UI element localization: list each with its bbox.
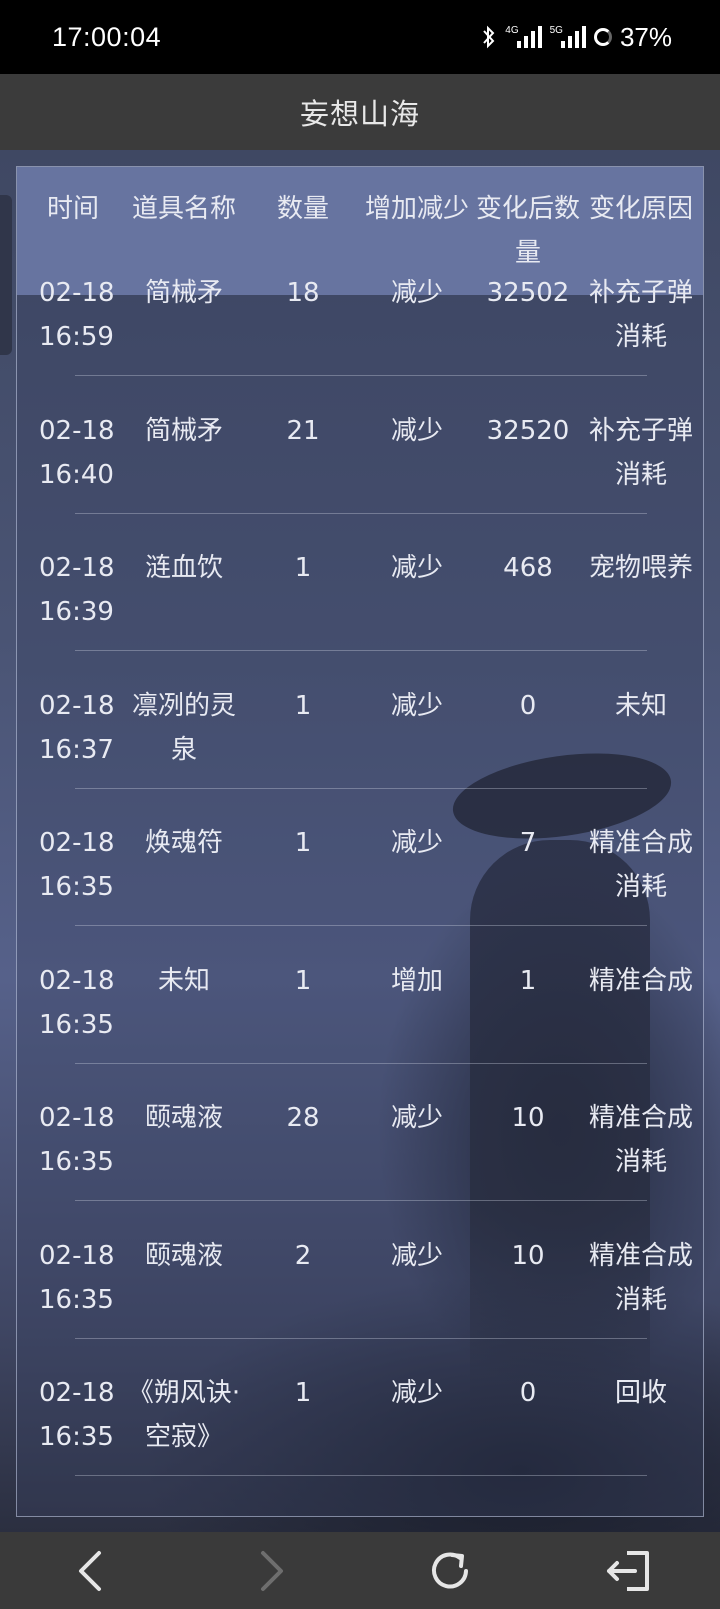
status-icons: 4G 5G 37% bbox=[481, 22, 672, 53]
cell-clock: 16:35 bbox=[39, 1422, 114, 1452]
cell-reason: 回收 bbox=[614, 1378, 667, 1408]
exit-button[interactable] bbox=[602, 1544, 656, 1598]
forward-button[interactable] bbox=[244, 1544, 298, 1598]
status-time: 17:00:04 bbox=[52, 21, 162, 52]
battery-level: 37% bbox=[619, 21, 672, 52]
browser-nav-bar bbox=[0, 1532, 720, 1609]
title-bar: 妄想山海 bbox=[0, 74, 720, 150]
forward-icon bbox=[261, 1551, 283, 1591]
back-icon bbox=[79, 1551, 101, 1591]
table-row: 02-18 16:35 《朔风诀·空寂》 1 减少 0 回收 bbox=[17, 1271, 703, 1476]
refresh-button[interactable] bbox=[423, 1544, 477, 1598]
signal-5g-icon: 5G bbox=[550, 26, 586, 48]
cell-increase-decrease: 减少 bbox=[390, 1378, 443, 1408]
exit-icon bbox=[607, 1551, 649, 1591]
cell-item-name: 《朔风诀·空寂》 bbox=[127, 1378, 241, 1452]
edge-handle bbox=[0, 195, 12, 355]
table-row: 02-18 16:37 凛冽的灵泉 1 减少 0 未知 bbox=[17, 584, 703, 789]
table-row: 02-18 16:59 简械矛 18 减少 32502 补充子弹消耗 bbox=[17, 171, 703, 376]
bluetooth-icon bbox=[483, 25, 495, 49]
back-button[interactable] bbox=[64, 1544, 118, 1598]
signal-4g-icon: 4G bbox=[505, 26, 542, 48]
table-row: 02-18 16:40 简械矛 21 减少 32520 补充子弹消耗 bbox=[17, 309, 703, 514]
battery-icon bbox=[593, 28, 612, 46]
table-row: 02-18 16:35 焕魂符 1 减少 7 精准合成消耗 bbox=[17, 721, 703, 926]
row-divider bbox=[75, 1475, 647, 1476]
table-row: 02-18 16:39 涟血饮 1 减少 468 宠物喂养 bbox=[17, 446, 703, 651]
cell-time: 02-18 16:35 bbox=[39, 1371, 129, 1459]
cell-quantity-after: 0 bbox=[519, 1378, 537, 1408]
table-row: 02-18 16:35 颐魂液 28 减少 10 精准合成消耗 bbox=[17, 996, 703, 1201]
item-change-table[interactable]: 时间 道具名称 数量 增加减少 变化后数量 变化原因 02-18 16:59 简械矛… bbox=[16, 166, 704, 1517]
page-title: 妄想山海 bbox=[299, 97, 420, 131]
cell-quantity: 1 bbox=[294, 1378, 312, 1408]
status-bar: 17:00:04 4G 5G 37% bbox=[0, 0, 720, 74]
cell-date: 02-18 bbox=[39, 1378, 115, 1408]
table-row: 02-18 16:35 未知 1 增加 1 精准合成 bbox=[17, 859, 703, 1064]
refresh-icon bbox=[432, 1552, 468, 1589]
table-row: 02-18 16:35 颐魂液 2 减少 10 精准合成消耗 bbox=[17, 1134, 703, 1339]
